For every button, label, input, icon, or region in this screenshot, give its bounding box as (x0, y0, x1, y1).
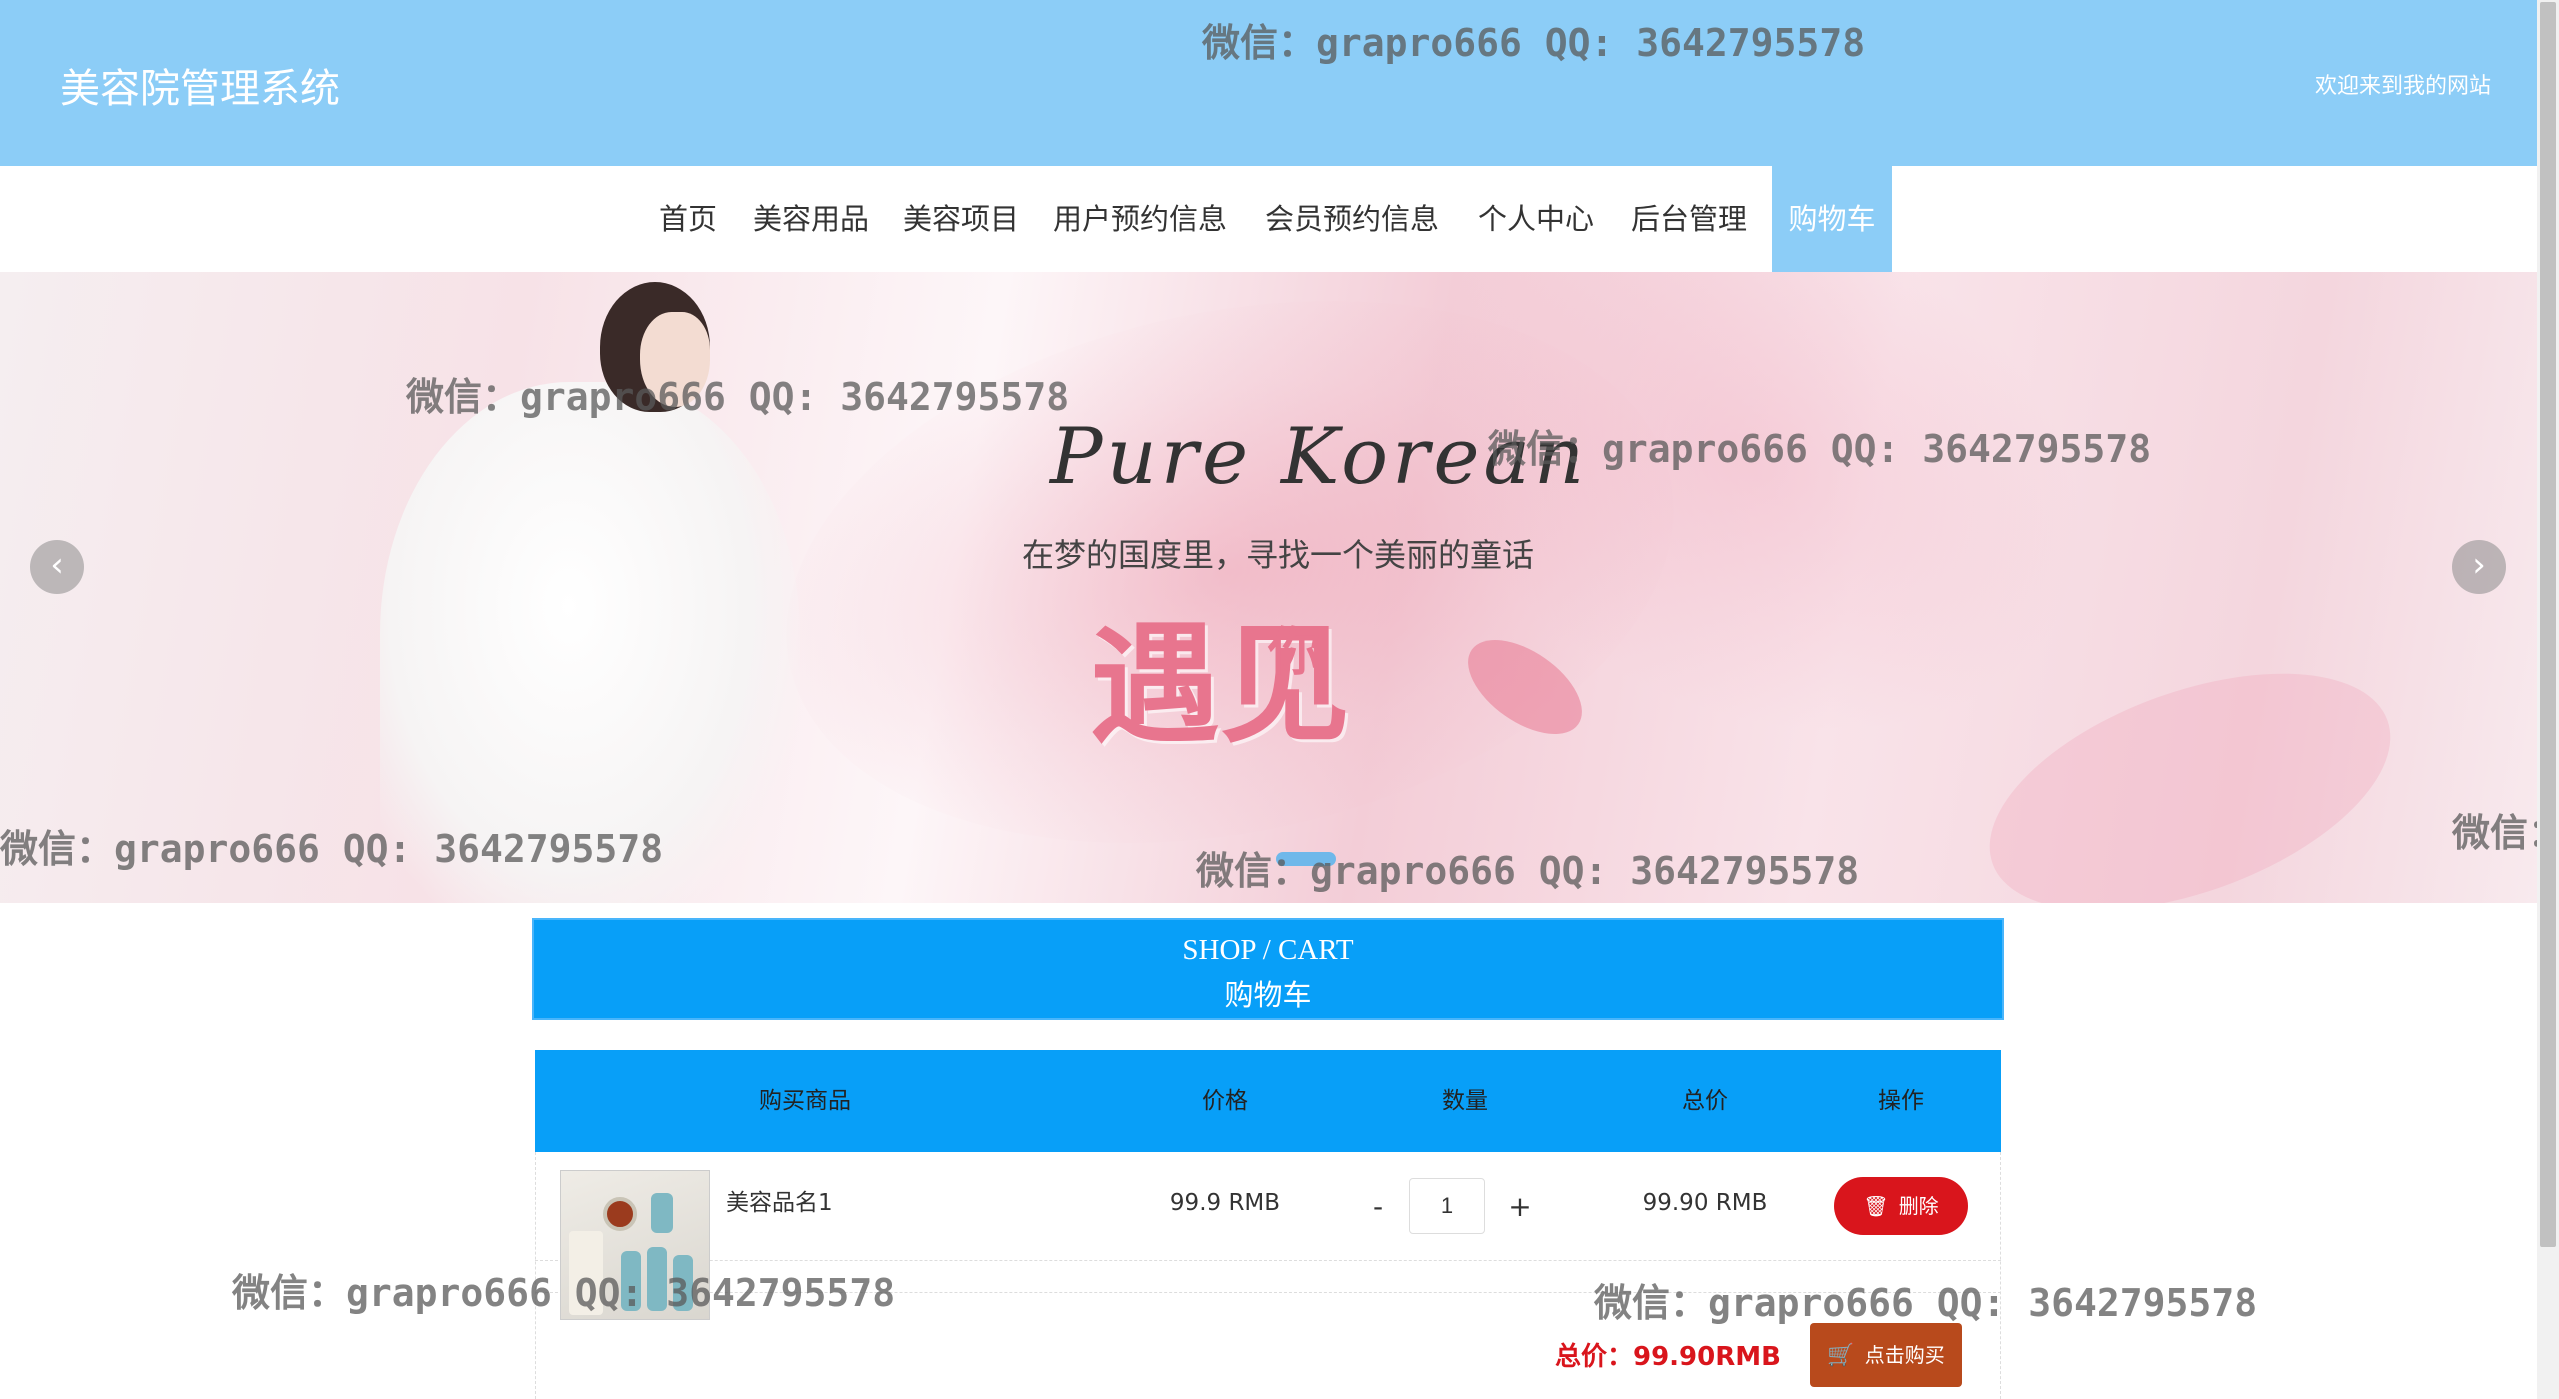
column-header-product: 购买商品 (759, 1088, 851, 1114)
column-header-quantity: 数量 (1442, 1088, 1488, 1114)
quantity-increase-button[interactable]: + (1502, 1182, 1538, 1232)
bride-face (640, 312, 710, 407)
product-bottle (651, 1193, 673, 1233)
column-header-subtotal: 总价 (1682, 1088, 1728, 1114)
page: 美容院管理系统 欢迎来到我的网站 首页 美容用品 美容项目 用户预约信息 会员预… (0, 0, 2559, 1399)
banner-carousel: Pure Korean 在梦的国度里，寻找一个美丽的童话 遇见 你 ‹ › (0, 272, 2537, 903)
nav-item-cart[interactable]: 购物车 (1772, 166, 1892, 272)
chevron-right-icon: › (2472, 545, 2486, 585)
row-divider (535, 1260, 2001, 1261)
quantity-input[interactable] (1409, 1178, 1485, 1234)
product-name[interactable]: 美容品名1 (726, 1183, 833, 1217)
banner-subtitle: 在梦的国度里，寻找一个美丽的童话 (1022, 536, 1535, 574)
product-jar (603, 1197, 637, 1231)
section-title-en: SHOP / CART (1182, 934, 1354, 966)
nav-item-beauty-products[interactable]: 美容用品 (744, 166, 878, 272)
product-thumbnail[interactable] (560, 1170, 710, 1320)
bride-image (380, 382, 800, 903)
checkout-button-label: 点击购买 (1864, 1343, 1945, 1367)
delete-button-label: 删除 (1898, 1194, 1939, 1218)
site-header: 美容院管理系统 欢迎来到我的网站 (0, 0, 2537, 166)
carousel-prev-button[interactable]: ‹ (30, 540, 84, 594)
quantity-decrease-button[interactable]: - (1360, 1182, 1396, 1232)
product-tube (569, 1231, 603, 1315)
vertical-scrollbar[interactable] (2537, 0, 2559, 1399)
product-bottle (673, 1255, 693, 1311)
section-title-cn: 购物车 (1224, 978, 1312, 1012)
chevron-left-icon: ‹ (50, 545, 64, 585)
cart-table-header: 购买商品 价格 数量 总价 操作 (535, 1050, 2001, 1152)
nav-item-member-appointments[interactable]: 会员预约信息 (1258, 166, 1446, 272)
banner-headline-accent: 你 (1268, 623, 1321, 683)
product-bottle (647, 1247, 667, 1311)
product-subtotal: 99.90 RMB (1642, 1190, 1768, 1216)
site-title[interactable]: 美容院管理系统 (60, 56, 340, 114)
column-header-actions: 操作 (1878, 1088, 1924, 1114)
cart-section-title: SHOP / CART 购物车 (532, 918, 2004, 1020)
scrollbar-thumb[interactable] (2540, 2, 2556, 1247)
nav-item-home[interactable]: 首页 (648, 166, 728, 272)
column-header-price: 价格 (1202, 1088, 1248, 1114)
welcome-text: 欢迎来到我的网站 (2314, 74, 2491, 99)
product-bottle (621, 1251, 641, 1311)
cart-total: 总价：99.90RMB (1555, 1342, 1781, 1372)
nav-item-profile[interactable]: 个人中心 (1470, 166, 1602, 272)
banner-title: Pure Korean (1050, 412, 1589, 502)
nav-item-admin[interactable]: 后台管理 (1622, 166, 1756, 272)
carousel-next-button[interactable]: › (2452, 540, 2506, 594)
row-divider (535, 1292, 2001, 1293)
delete-button[interactable]: 🗑 删除 (1834, 1177, 1968, 1235)
checkout-button[interactable]: 🛒 点击购买 (1810, 1323, 1962, 1387)
carousel-indicator[interactable] (1276, 852, 1336, 866)
main-nav: 首页 美容用品 美容项目 用户预约信息 会员预约信息 个人中心 后台管理 购物车 (0, 166, 2537, 272)
nav-item-beauty-projects[interactable]: 美容项目 (894, 166, 1028, 272)
trash-icon: 🗑 (1863, 1194, 1889, 1218)
product-price: 99.9 RMB (1169, 1190, 1281, 1216)
nav-item-user-appointments[interactable]: 用户预约信息 (1046, 166, 1234, 272)
shopping-cart-icon: 🛒 (1827, 1343, 1855, 1368)
petal-decoration (1958, 626, 2422, 903)
